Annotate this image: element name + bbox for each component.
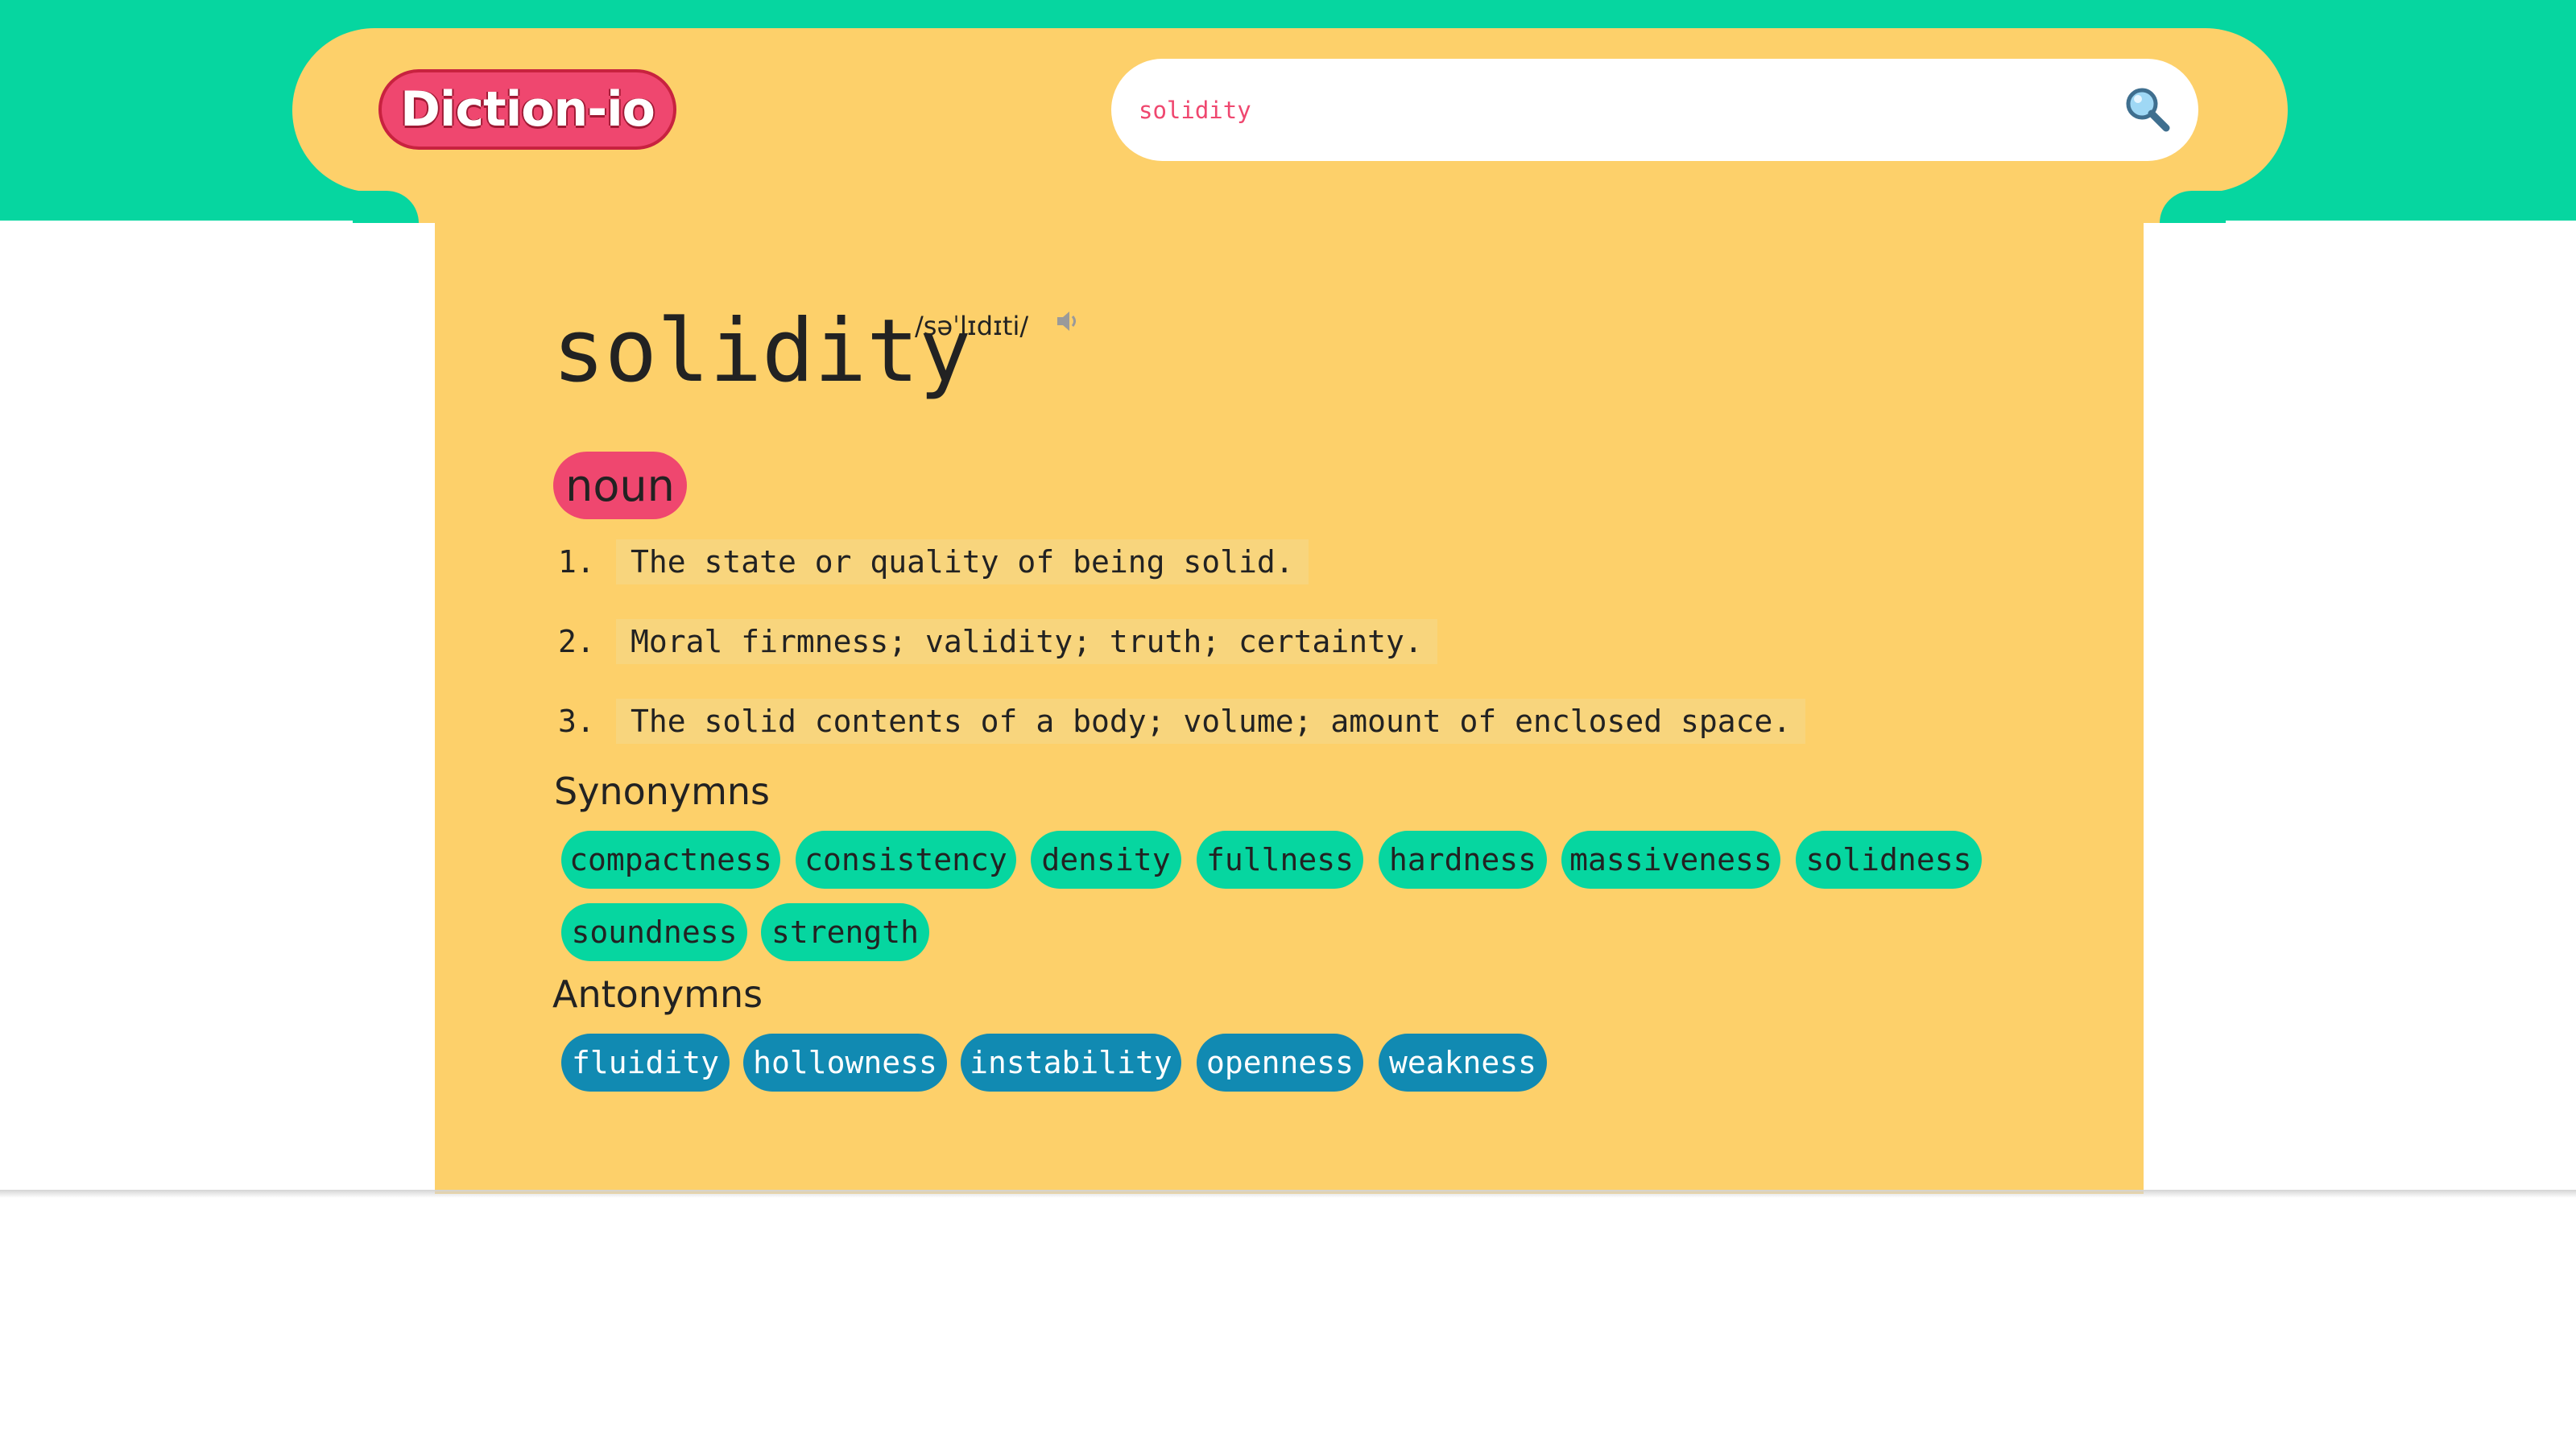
synonym-chip[interactable]: strength — [761, 903, 929, 961]
definition-number: 1. — [558, 544, 595, 580]
page-bottom-shadow — [0, 1190, 2576, 1198]
definition-text: The state or quality of being solid. — [616, 539, 1309, 584]
synonym-chip[interactable]: hardness — [1379, 831, 1547, 889]
phonetic-text: /səˈlɪdɪti/ — [915, 311, 1029, 341]
search-bar — [1111, 59, 2198, 161]
search-input[interactable] — [1139, 59, 2065, 161]
definition-number: 2. — [558, 624, 595, 659]
play-audio-button[interactable] — [1055, 308, 1082, 335]
synonym-chip[interactable]: fullness — [1197, 831, 1363, 889]
definition-item: 1. The state or quality of being solid. — [558, 538, 1309, 586]
magnifier-icon — [2126, 88, 2170, 132]
synonym-chip[interactable]: massiveness — [1561, 831, 1780, 889]
antonym-chip[interactable]: hollowness — [743, 1034, 947, 1092]
speaker-icon — [1057, 312, 1076, 331]
word-title: solidity — [552, 301, 972, 402]
antonym-chip[interactable]: instability — [961, 1034, 1181, 1092]
synonyms-heading: Synonymns — [554, 770, 771, 813]
definition-item: 2. Moral firmness; validity; truth; cert… — [558, 617, 1437, 666]
definition-number: 3. — [558, 704, 595, 739]
synonym-chip[interactable]: consistency — [796, 831, 1016, 889]
search-button[interactable] — [2121, 83, 2173, 134]
antonym-chip[interactable]: weakness — [1379, 1034, 1547, 1092]
header-corner-right — [2142, 191, 2226, 223]
app-root: Diction-io solidity /səˈlɪdɪti/ noun 1. … — [0, 0, 2576, 1449]
synonym-chip[interactable]: soundness — [561, 903, 747, 961]
synonym-chip[interactable]: compactness — [561, 831, 780, 889]
antonyms-heading: Antonymns — [552, 972, 763, 1016]
synonym-chip[interactable]: density — [1031, 831, 1181, 889]
synonym-chip[interactable]: solidness — [1796, 831, 1982, 889]
definition-item: 3. The solid contents of a body; volume;… — [558, 697, 1806, 745]
definition-text: The solid contents of a body; volume; am… — [616, 699, 1806, 744]
part-of-speech-badge: noun — [553, 452, 687, 519]
logo-text: Diction-io — [400, 81, 655, 138]
logo[interactable]: Diction-io — [378, 69, 676, 150]
antonym-chip[interactable]: openness — [1197, 1034, 1363, 1092]
antonym-chip[interactable]: fluidity — [561, 1034, 730, 1092]
definition-text: Moral firmness; validity; truth; certain… — [616, 619, 1437, 664]
header-corner-left — [353, 191, 436, 223]
